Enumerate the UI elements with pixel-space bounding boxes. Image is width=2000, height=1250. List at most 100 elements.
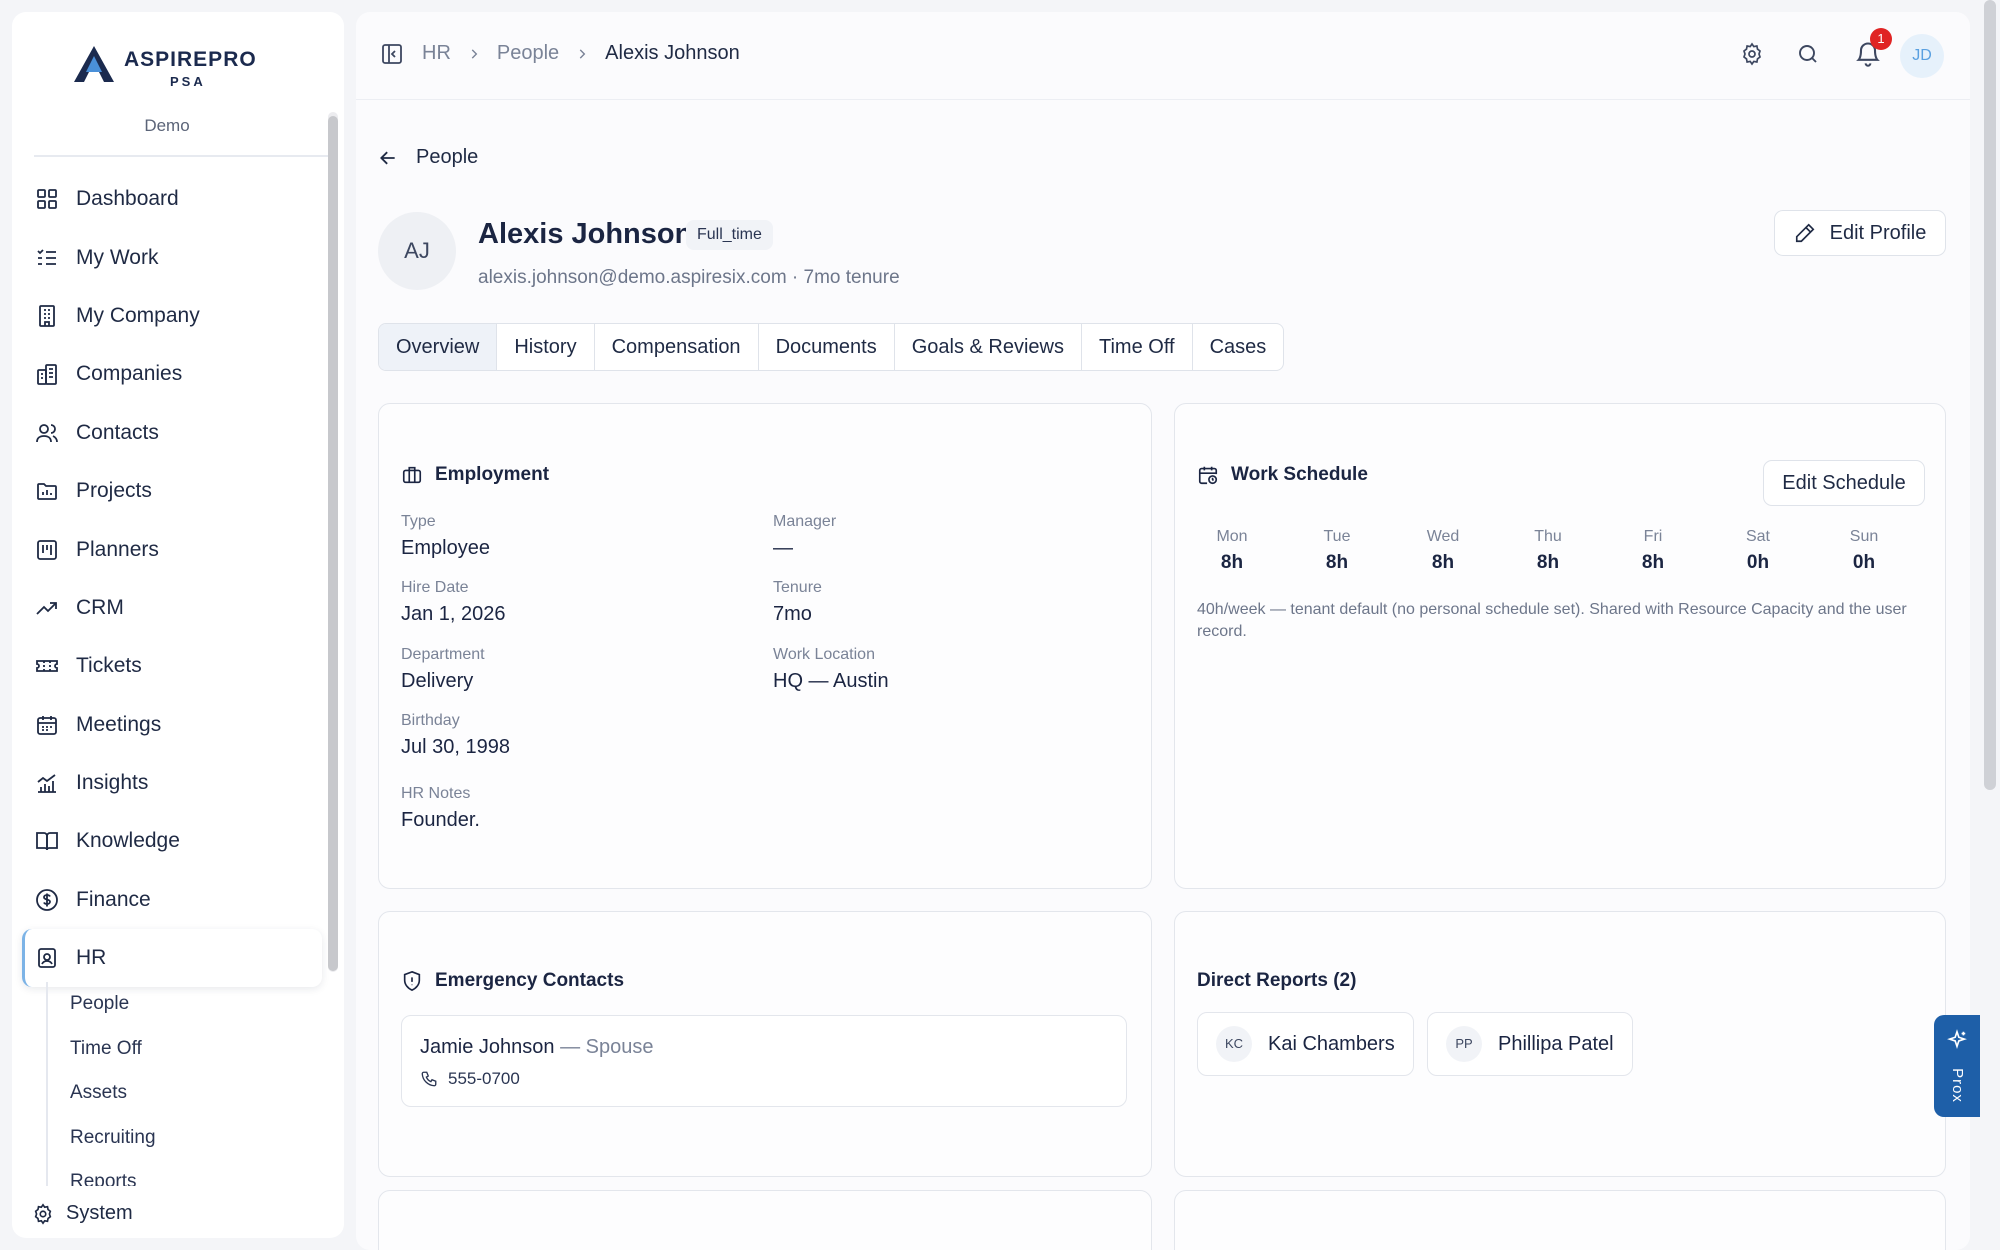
sidebar-scrollbar-thumb[interactable] [328, 116, 338, 971]
employment-card: Employment Type Employee Manager — Hire … [378, 403, 1152, 889]
field-type: Type Employee [401, 513, 490, 560]
tab-documents[interactable]: Documents [759, 324, 895, 370]
arrow-left-icon [378, 148, 398, 168]
report-name: Phillipa Patel [1498, 1032, 1614, 1055]
edit-profile-button[interactable]: Edit Profile [1774, 210, 1946, 256]
employment-title: Employment [401, 464, 549, 486]
sidebar-item-my-company[interactable]: My Company [22, 287, 322, 345]
brand-name: ASPIREPRO [124, 48, 257, 71]
day-hours: 8h [1641, 552, 1665, 573]
back-to-people-link[interactable]: People [378, 146, 478, 169]
sidebar-item-finance[interactable]: Finance [22, 871, 322, 929]
search-icon[interactable] [1796, 42, 1820, 71]
emergency-contact-item[interactable]: Jamie Johnson — Spouse 555-0700 [401, 1015, 1127, 1107]
day-hours: 8h [1431, 552, 1455, 573]
sidebar-item-system[interactable]: System [32, 1202, 133, 1225]
kanban-icon [34, 537, 60, 563]
day-name: Thu [1534, 528, 1562, 545]
field-label: Tenure [773, 579, 822, 596]
edit-profile-label: Edit Profile [1829, 221, 1927, 244]
field-value: Delivery [401, 670, 474, 692]
bar-chart-icon [34, 770, 60, 796]
sidebar-item-planners[interactable]: Planners [22, 520, 322, 578]
tab-history[interactable]: History [497, 324, 595, 370]
trend-up-icon [34, 595, 60, 621]
work-schedule-card: Work Schedule Edit Schedule Mon 8h Tue 8… [1174, 403, 1946, 889]
sidebar-item-meetings[interactable]: Meetings [22, 696, 322, 754]
schedule-day: Wed 8h [1408, 528, 1478, 574]
field-label: Work Location [773, 646, 875, 663]
day-name: Fri [1643, 528, 1663, 545]
subnav-item-assets[interactable]: Assets [48, 1071, 316, 1116]
sparkle-icon [1946, 1029, 1968, 1051]
subnav-item-reports[interactable]: Reports [48, 1160, 316, 1186]
emergency-contacts-title: Emergency Contacts [401, 970, 624, 992]
sidebar-item-label: Planners [76, 537, 159, 561]
breadcrumb-current: Alexis Johnson [605, 42, 740, 64]
prox-label: Prox [1948, 1068, 1966, 1103]
tab-overview[interactable]: Overview [379, 324, 498, 370]
sidebar-item-hr[interactable]: HR [22, 929, 322, 988]
gear-icon [32, 1202, 54, 1225]
sidebar-toggle-icon[interactable] [380, 42, 404, 71]
sidebar-item-label: Insights [76, 771, 149, 795]
subnav-item-recruiting[interactable]: Recruiting [48, 1116, 316, 1161]
profile-meta: alexis.johnson@demo.aspiresix.com · 7mo … [478, 267, 900, 288]
sidebar-item-companies[interactable]: Companies [22, 345, 322, 403]
field-value: Employee [401, 537, 490, 559]
breadcrumb-people[interactable]: People [497, 42, 559, 65]
sidebar-item-label: HR [76, 946, 107, 970]
employment-title-text: Employment [435, 464, 550, 485]
field-value: — [773, 537, 793, 559]
tab-compensation[interactable]: Compensation [595, 324, 759, 370]
report-name: Kai Chambers [1268, 1032, 1395, 1055]
sidebar-item-projects[interactable]: Projects [22, 462, 322, 520]
work-schedule-title: Work Schedule [1197, 464, 1368, 486]
shield-alert-icon [401, 970, 423, 992]
sidebar-item-label: Projects [76, 479, 152, 503]
field-value: Founder. [401, 809, 480, 831]
field-value: Jan 1, 2026 [401, 603, 506, 625]
users-icon [34, 420, 60, 446]
settings-gear-icon[interactable] [1740, 42, 1764, 71]
sidebar-item-label: Companies [76, 362, 183, 386]
notification-badge: 1 [1870, 28, 1892, 50]
sidebar-item-knowledge[interactable]: Knowledge [22, 812, 322, 870]
direct-report-chip[interactable]: PP Phillipa Patel [1427, 1012, 1633, 1076]
hr-subnav: People Time Off Assets Recruiting Report… [46, 982, 316, 1186]
field-birthday: Birthday Jul 30, 1998 [401, 712, 510, 759]
sidebar-item-label: Dashboard [76, 187, 179, 211]
sidebar-item-label: Meetings [76, 712, 162, 736]
direct-reports-title: Direct Reports (2) [1197, 970, 1357, 991]
sidebar-item-insights[interactable]: Insights [22, 754, 322, 812]
day-hours: 0h [1852, 552, 1876, 573]
tab-cases[interactable]: Cases [1193, 324, 1284, 370]
day-name: Tue [1323, 528, 1351, 545]
sidebar-item-crm[interactable]: CRM [22, 579, 322, 637]
lower-card-right [1174, 1190, 1946, 1250]
sidebar-item-tickets[interactable]: Tickets [22, 637, 322, 695]
user-avatar[interactable]: JD [1900, 34, 1944, 78]
brand-logo[interactable]: ASPIREPRO PSA [72, 34, 302, 94]
sidebar-item-dashboard[interactable]: Dashboard [22, 170, 322, 228]
ticket-icon [34, 653, 60, 679]
edit-schedule-button[interactable]: Edit Schedule [1763, 460, 1925, 506]
schedule-day: Sun 0h [1829, 528, 1899, 574]
page-scrollbar-thumb[interactable] [1984, 0, 1996, 790]
tab-goals-reviews[interactable]: Goals & Reviews [895, 324, 1082, 370]
breadcrumb-hr[interactable]: HR [422, 42, 451, 65]
prox-assistant-button[interactable]: Prox [1934, 1015, 1980, 1117]
briefcase-icon [401, 464, 423, 486]
subnav-item-time-off[interactable]: Time Off [48, 1027, 316, 1072]
field-label: HR Notes [401, 785, 471, 802]
building-icon [34, 303, 60, 329]
sidebar-item-my-work[interactable]: My Work [22, 228, 322, 286]
schedule-day: Fri 8h [1618, 528, 1688, 574]
subnav-item-people[interactable]: People [48, 982, 316, 1027]
tab-time-off[interactable]: Time Off [1082, 324, 1193, 370]
schedule-note: 40h/week — tenant default (no personal s… [1197, 601, 1907, 640]
back-label: People [416, 146, 479, 168]
direct-report-chip[interactable]: KC Kai Chambers [1197, 1012, 1414, 1076]
emergency-contacts-card: Emergency Contacts Jamie Johnson — Spous… [378, 911, 1152, 1177]
sidebar-item-contacts[interactable]: Contacts [22, 404, 322, 462]
